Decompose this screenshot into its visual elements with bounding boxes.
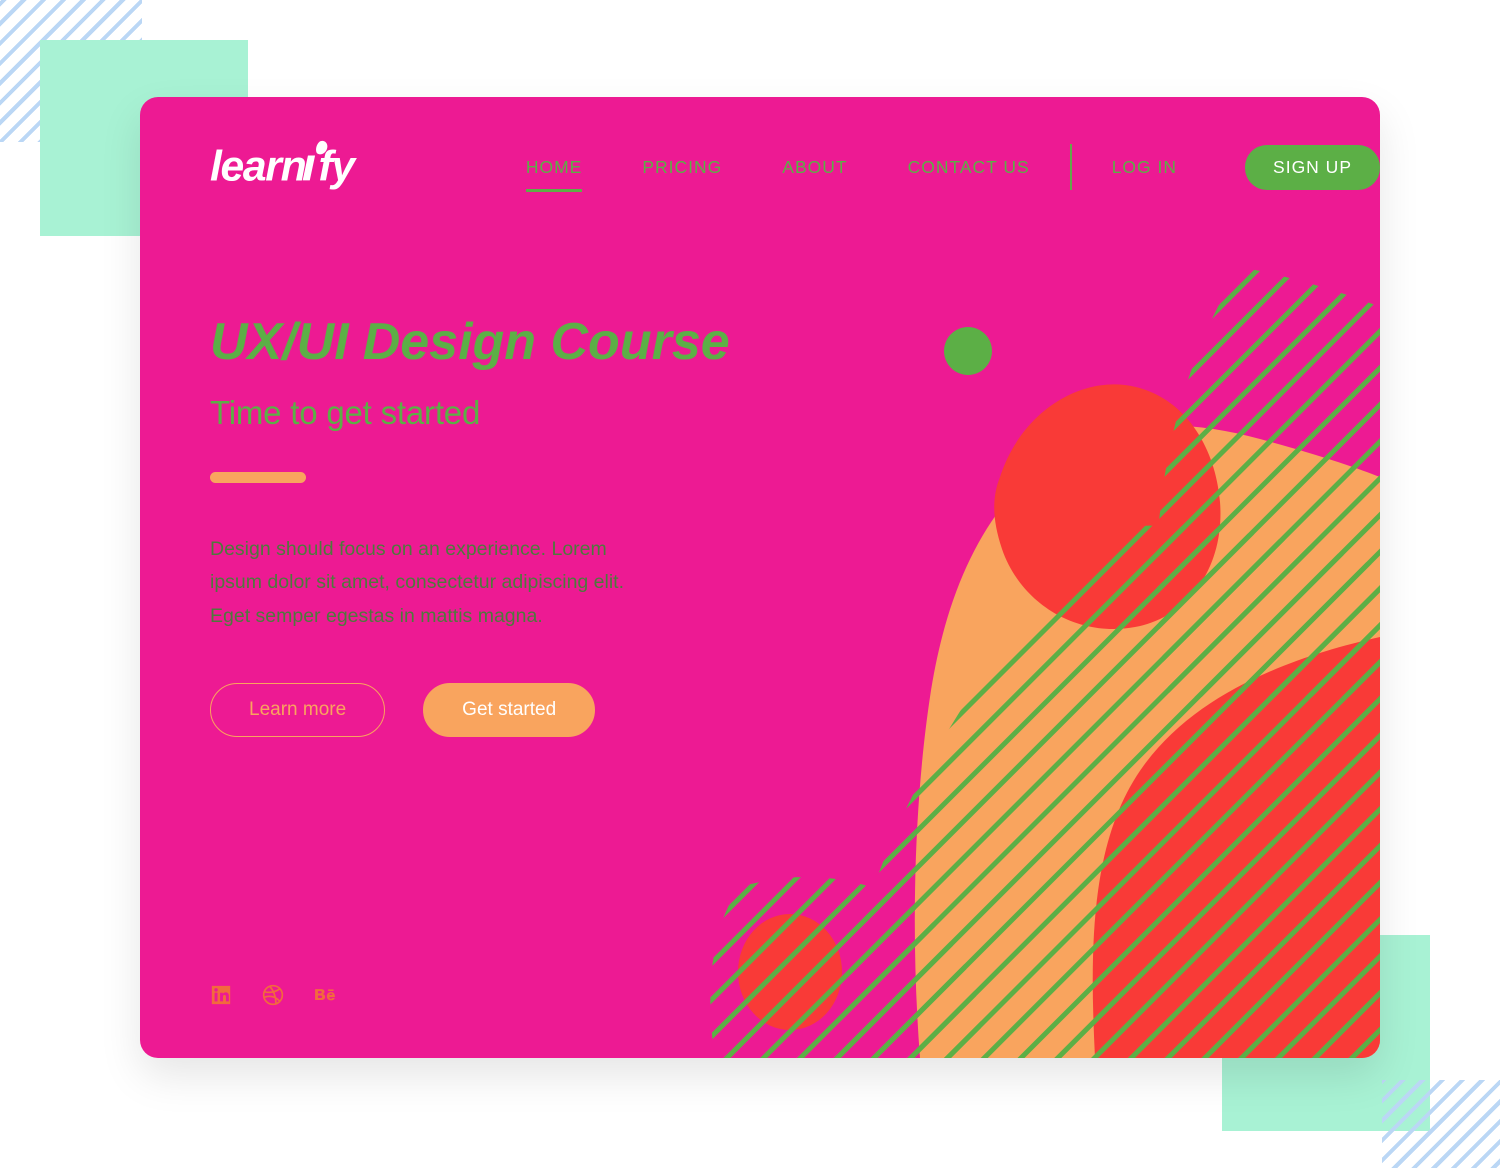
svg-text:learn: learn — [210, 142, 306, 190]
accent-divider-bar — [210, 471, 306, 483]
nav-item-about[interactable]: ABOUT — [782, 151, 847, 184]
social-links — [210, 984, 336, 1006]
brand-logo[interactable]: learn fy — [210, 136, 388, 198]
learn-more-button[interactable]: Learn more — [210, 683, 386, 738]
nav-item-home[interactable]: HOME — [525, 151, 583, 192]
nav-item-contact-us[interactable]: CONTACT US — [908, 151, 1030, 184]
page-title-part-2: Design Course — [362, 313, 730, 371]
main-nav: HOME PRICING ABOUT CONTACT US LOG IN SIG… — [525, 144, 1380, 192]
hero-subtitle: Time to get started — [210, 393, 481, 431]
page-title-part-1: UX/UI — [210, 313, 349, 371]
login-link[interactable]: LOG IN — [1112, 157, 1177, 178]
linkedin-icon[interactable] — [210, 984, 232, 1006]
cta-group: Learn more Get started — [210, 683, 770, 738]
dribbble-icon[interactable] — [262, 984, 284, 1006]
nav-item-pricing[interactable]: PRICING — [642, 151, 722, 184]
decorative-stripe-square-bottom-right — [1382, 1080, 1500, 1168]
site-header: learn fy HOME PRICING ABOUT CONTACT US L… — [140, 97, 1380, 237]
hero-description: Design should focus on an experience. Lo… — [210, 537, 625, 627]
page-root: learn fy HOME PRICING ABOUT CONTACT US L… — [0, 0, 1500, 1168]
get-started-button[interactable]: Get started — [423, 683, 596, 738]
hero-content: UX/UI Design Course Time to get started D… — [210, 315, 770, 738]
hero-card: learn fy HOME PRICING ABOUT CONTACT US L… — [140, 97, 1380, 1058]
behance-icon[interactable] — [314, 984, 336, 1006]
nav-divider — [1069, 144, 1072, 190]
page-title: UX/UI Design Course — [210, 315, 770, 370]
signup-button[interactable]: SIGN UP — [1245, 144, 1380, 190]
